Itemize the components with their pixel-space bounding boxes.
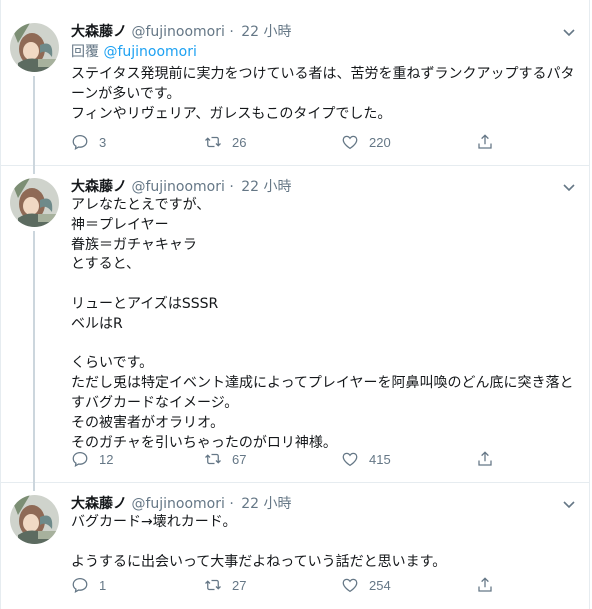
tweet-text: アレなたとえですが、 神＝プレイヤー 眷族＝ガチャキャラ とすると、 リューとア…	[71, 197, 574, 451]
reply-label: 回覆	[71, 44, 99, 60]
reply-count: 12	[99, 451, 114, 467]
chevron-down-icon[interactable]	[561, 179, 577, 195]
avatar[interactable]	[10, 495, 59, 544]
retweet-count: 67	[232, 451, 247, 467]
like-count: 220	[369, 134, 391, 150]
tweet[interactable]: 大森藤ノ @fujinoomori · 22 小時 アレなたとえですが、 神＝プ…	[1, 164, 589, 483]
tweet-header: 大森藤ノ @fujinoomori · 22 小時	[71, 177, 292, 197]
retweet-icon	[205, 453, 221, 465]
user-handle[interactable]: @fujinoomori	[131, 179, 224, 195]
retweet-button[interactable]: 27	[204, 575, 246, 595]
retweet-button[interactable]: 26	[204, 132, 246, 152]
tweet-thread: 大森藤ノ @fujinoomori · 22 小時 回覆 @fujinoomor…	[0, 0, 590, 609]
like-count: 415	[369, 451, 391, 467]
share-button[interactable]	[476, 132, 494, 152]
like-button[interactable]: 220	[341, 132, 391, 152]
share-icon	[478, 451, 492, 466]
tweet[interactable]: 大森藤ノ @fujinoomori · 22 小時 バグカード→壊れカード。 よ…	[1, 481, 589, 609]
timestamp[interactable]: 22 小時	[241, 24, 291, 40]
like-button[interactable]: 254	[341, 575, 391, 595]
thread-connector	[33, 231, 35, 483]
reply-mention-link[interactable]: @fujinoomori	[103, 44, 196, 60]
retweet-count: 27	[232, 577, 247, 593]
avatar[interactable]	[10, 178, 59, 227]
reply-context: 回覆 @fujinoomori	[71, 42, 197, 62]
tweet[interactable]: 大森藤ノ @fujinoomori · 22 小時 回覆 @fujinoomor…	[1, 10, 589, 166]
retweet-icon	[205, 579, 221, 591]
tweet-text: ステイタス発現前に実力をつけている者は、苦労を重ねずランクアップするパターンが多…	[71, 66, 575, 122]
share-button[interactable]	[476, 575, 494, 595]
retweet-icon	[205, 136, 221, 148]
thread-connector-top	[33, 481, 35, 491]
separator-dot: ·	[229, 24, 234, 40]
avatar[interactable]	[10, 23, 59, 72]
chevron-down-icon[interactable]	[561, 496, 577, 512]
reply-button[interactable]: 12	[71, 449, 113, 469]
retweet-button[interactable]: 67	[204, 449, 246, 469]
tweet-header: 大森藤ノ @fujinoomori · 22 小時	[71, 22, 292, 42]
share-icon	[478, 134, 492, 149]
thread-connector-top	[33, 164, 35, 174]
reply-icon	[72, 134, 88, 150]
tweet-header: 大森藤ノ @fujinoomori · 22 小時	[71, 494, 292, 514]
reply-button[interactable]: 3	[71, 132, 106, 152]
share-button[interactable]	[476, 449, 494, 469]
separator-dot: ·	[229, 496, 234, 512]
reply-count: 3	[99, 134, 107, 150]
reply-count: 1	[99, 577, 107, 593]
display-name[interactable]: 大森藤ノ	[71, 24, 127, 40]
reply-button[interactable]: 1	[71, 575, 106, 595]
tweet-actions: 1 27 254	[71, 575, 511, 595]
tweet-actions: 12 67 415	[71, 449, 511, 469]
reply-icon	[72, 451, 88, 467]
reply-icon	[72, 577, 88, 593]
heart-icon	[342, 452, 358, 467]
chevron-down-icon[interactable]	[561, 24, 577, 40]
tweet-text: バグカード→壊れカード。 ようするに出会いって大事だよねっていう話だと思います。	[71, 514, 447, 570]
display-name[interactable]: 大森藤ノ	[71, 496, 127, 512]
heart-icon	[342, 135, 358, 150]
tweet-actions: 3 26 220	[71, 132, 511, 152]
thread-connector	[33, 76, 35, 166]
display-name[interactable]: 大森藤ノ	[71, 179, 127, 195]
share-icon	[478, 577, 492, 592]
like-count: 254	[369, 577, 391, 593]
separator-dot: ·	[229, 179, 234, 195]
heart-icon	[342, 578, 358, 593]
like-button[interactable]: 415	[341, 449, 391, 469]
user-handle[interactable]: @fujinoomori	[131, 496, 224, 512]
timestamp[interactable]: 22 小時	[241, 179, 291, 195]
user-handle[interactable]: @fujinoomori	[131, 24, 224, 40]
timestamp[interactable]: 22 小時	[241, 496, 291, 512]
retweet-count: 26	[232, 134, 247, 150]
